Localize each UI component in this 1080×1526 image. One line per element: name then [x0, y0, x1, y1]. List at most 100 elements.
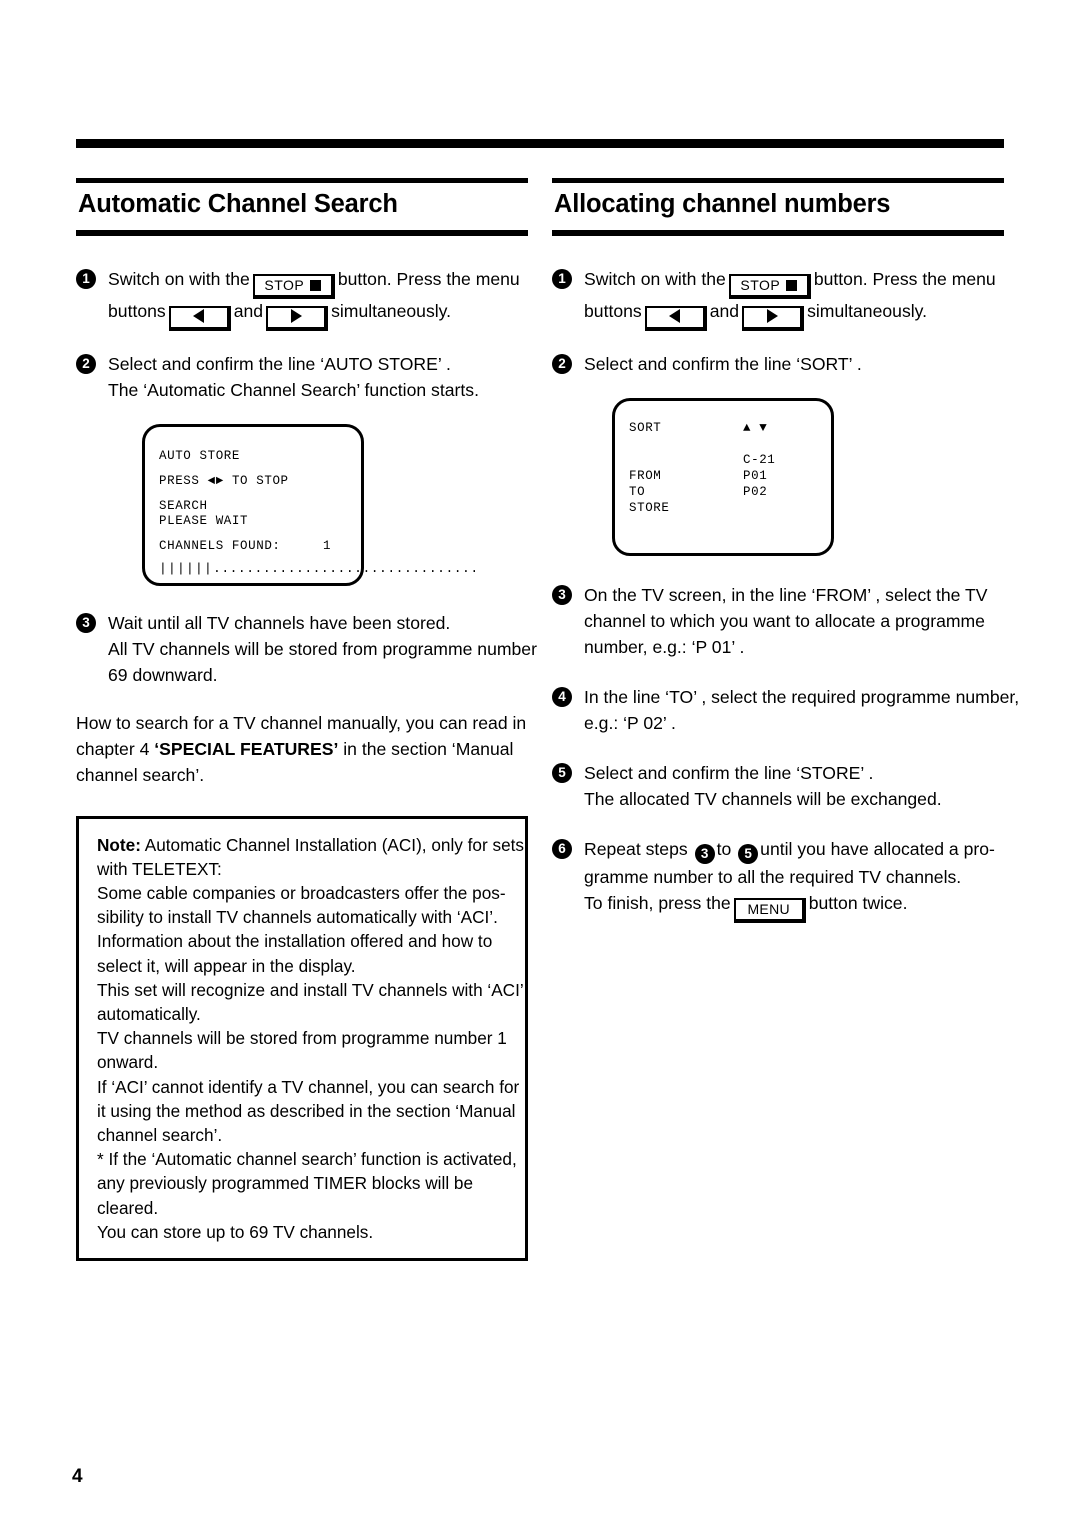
- step-badge-5: 5: [552, 762, 572, 783]
- right-step-6-text-c: until you have allocated a pro-: [760, 838, 995, 859]
- right-step-3-line-1: On the TV screen, in the line ‘FROM’ , s…: [584, 584, 988, 605]
- auto-store-search: SEARCH: [159, 498, 208, 513]
- step-badge-2: 2: [76, 353, 96, 374]
- paragraph-line-2: chapter 4 ‘SPECIAL FEATURES’ in the sect…: [76, 736, 528, 762]
- left-arrow-button-key[interactable]: [168, 305, 231, 331]
- triangle-left-icon: [193, 308, 205, 323]
- sort-channel-value: C-21: [743, 452, 776, 467]
- page-number: 4: [72, 1466, 83, 1487]
- right-step-4-body: In the line ‘TO’ , select the required p…: [584, 684, 1020, 736]
- stop-square-icon: [310, 279, 322, 291]
- progress-empty: ................................: [213, 560, 479, 576]
- left-step-1-body: Switch on with the STOP button. Press the …: [108, 266, 528, 331]
- stop-label: STOP: [740, 276, 781, 293]
- right-step-5-body: Select and confirm the line ‘STORE’ . Th…: [584, 760, 1004, 812]
- note-line: Some cable companies or broadcasters off…: [97, 882, 506, 903]
- left-step-1-line-1: Switch on with the STOP button. Press the …: [108, 266, 528, 299]
- right-step-3: 3 On the TV screen, in the line ‘FROM’ ,…: [552, 582, 1004, 660]
- top-rule: [76, 139, 1004, 148]
- left-step-3-body: Wait until all TV channels have been sto…: [108, 610, 537, 688]
- left-step-1-text-e: simultaneously.: [331, 300, 452, 321]
- right-step-6-line-2: gramme number to all the required TV cha…: [584, 866, 962, 887]
- note-line-1-rest: Automatic Channel Installation (ACI), on…: [140, 834, 524, 855]
- step-badge-1: 1: [552, 268, 572, 289]
- step-badge-3: 3: [552, 584, 572, 605]
- left-column: Automatic Channel Search 1 Switch on wit…: [76, 178, 537, 1261]
- stop-button-key[interactable]: STOP: [252, 273, 335, 299]
- paragraph-line-1: How to search for a TV channel manually,…: [76, 712, 527, 733]
- auto-store-tv-screen: AUTO STORE PRESS ◄► TO STOP SEARCH PLEAS…: [142, 423, 478, 586]
- to-stop-text: TO STOP: [231, 473, 289, 488]
- step-reference-badge-5: 5: [738, 843, 759, 864]
- note-line: channel search’.: [97, 1124, 223, 1145]
- right-step-5-line-2: The allocated TV channels will be exchan…: [584, 788, 942, 809]
- sort-store-label: STORE: [629, 500, 670, 515]
- right-step-1-text-b: button. Press the menu: [813, 268, 996, 289]
- left-steps-list: 1 Switch on with the STOP button. Press th…: [76, 266, 528, 403]
- right-arrow-button-key[interactable]: [266, 305, 329, 331]
- auto-store-please-wait: PLEASE WAIT: [159, 513, 249, 528]
- press-text: PRESS: [159, 473, 200, 488]
- right-page-title: Allocating channel numbers: [554, 190, 891, 218]
- left-step-3: 3 Wait until all TV channels have been s…: [76, 610, 537, 688]
- left-step-3-line-2: All TV channels will be stored from prog…: [108, 638, 537, 659]
- auto-store-channels-found-label: CHANNELS FOUND:: [159, 538, 281, 553]
- left-page-title: Automatic Channel Search: [78, 190, 398, 218]
- note-line: onward.: [97, 1052, 159, 1073]
- left-step-1: 1 Switch on with the STOP button. Press th…: [76, 266, 528, 331]
- right-step-6-line-1: Repeat steps 3 to 5 until you have allocat…: [584, 836, 1004, 864]
- right-step-6-line-3: To finish, press the MENU button twice.: [584, 890, 1004, 923]
- note-line-1: Note: Automatic Channel Installation (AC…: [97, 833, 524, 857]
- note-line: * If the ‘Automatic channel search’ func…: [97, 1149, 517, 1170]
- step-badge-4: 4: [552, 686, 572, 707]
- left-step-3-line-1: Wait until all TV channels have been sto…: [108, 612, 451, 633]
- left-step-1-text-a: Switch on with the: [108, 268, 250, 289]
- left-step-1-text-b: button. Press the menu: [337, 268, 520, 289]
- right-step-3-body: On the TV screen, in the line ‘FROM’ , s…: [584, 582, 1004, 660]
- note-line: You can store up to 69 TV channels.: [97, 1221, 374, 1242]
- menu-button-key[interactable]: MENU: [733, 897, 806, 923]
- note-label: Note:: [97, 834, 141, 855]
- sort-updown-icon: ▲ ▼: [743, 420, 768, 435]
- right-step-1-text-d: and: [709, 300, 740, 321]
- right-step-6: 6 Repeat steps 3 to 5 until you have alloc…: [552, 836, 1004, 923]
- auto-store-channels-found-value: 1: [323, 538, 332, 553]
- note-line: any previously programmed TIMER blocks w…: [97, 1173, 474, 1194]
- right-step-6-text-b: to: [716, 838, 732, 859]
- right-step-6-text-d: To finish, press the: [584, 892, 731, 913]
- note-line: Information about the installation offer…: [97, 931, 493, 952]
- right-step-1-text-c: buttons: [584, 300, 642, 321]
- special-features-reference: ‘SPECIAL FEATURES’: [154, 738, 339, 759]
- right-steps-list-2: 3 On the TV screen, in the line ‘FROM’ ,…: [552, 582, 1020, 923]
- right-heading-rule-bottom: [552, 229, 1004, 236]
- left-arrow-button-key[interactable]: [644, 305, 707, 331]
- right-step-6-body: Repeat steps 3 to 5 until you have allocat…: [584, 836, 1004, 923]
- right-step-1-line-2: buttons and simultaneously.: [584, 298, 1004, 331]
- right-step-6-text-e: button twice.: [808, 892, 908, 913]
- step-badge-1: 1: [76, 268, 96, 289]
- sort-from-value: P01: [743, 468, 768, 483]
- right-steps-list: 1 Switch on with the STOP button. Press th…: [552, 266, 1004, 377]
- auto-store-title: AUTO STORE: [159, 448, 241, 463]
- left-step-1-text-d: and: [233, 300, 264, 321]
- progress-filled: ||||||: [159, 560, 214, 576]
- stop-button-key[interactable]: STOP: [728, 273, 811, 299]
- right-arrow-button-key[interactable]: [742, 305, 805, 331]
- sort-title: SORT: [629, 420, 662, 435]
- paragraph-line-2-b: in the section ‘Manual: [338, 738, 514, 759]
- note-line: If ‘ACI’ cannot identify a TV channel, y…: [97, 1076, 520, 1097]
- right-step-5-line-1: Select and confirm the line ‘STORE’ .: [584, 762, 874, 783]
- note-line: select it, will appear in the display.: [97, 955, 356, 976]
- paragraph-line-3: channel search’.: [76, 764, 205, 785]
- note-line: cleared.: [97, 1197, 159, 1218]
- menu-label: MENU: [747, 900, 790, 917]
- manual-page: Automatic Channel Search 1 Switch on wit…: [0, 0, 1080, 1526]
- right-step-1-line-1: Switch on with the STOP button. Press the …: [584, 266, 1004, 299]
- left-step-3-line-3: 69 downward.: [108, 664, 218, 685]
- right-step-3-line-2: channel to which you want to allocate a …: [584, 610, 985, 631]
- left-heading-rule-bottom: [76, 229, 528, 236]
- right-step-4-line-1: In the line ‘TO’ , select the required p…: [584, 686, 1020, 707]
- left-step-1-text-c: buttons: [108, 300, 166, 321]
- right-column: Allocating channel numbers 1 Switch on w…: [552, 178, 1020, 943]
- right-step-1-body: Switch on with the STOP button. Press the …: [584, 266, 1004, 331]
